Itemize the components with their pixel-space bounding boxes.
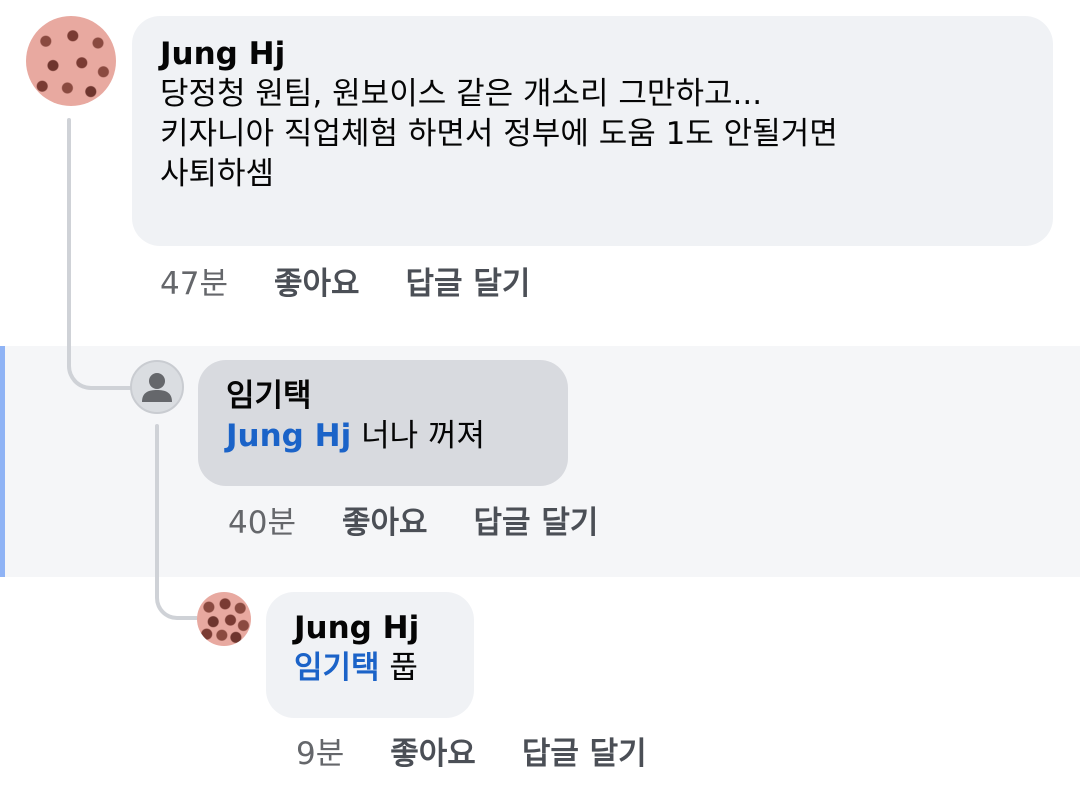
comment-author[interactable]: Jung Hj — [294, 608, 446, 648]
avatar-photo-icon[interactable] — [197, 592, 251, 646]
reply-connector-elbow — [155, 560, 197, 620]
comment-text: 임기택 풉 — [294, 648, 446, 688]
comment-actions: 47분 좋아요 답글 달기 — [160, 264, 530, 304]
comment-actions: 40분 좋아요 답글 달기 — [228, 503, 598, 543]
avatar-photo-icon[interactable] — [26, 16, 116, 106]
comment-text: Jung Hj 너나 꺼져 — [226, 416, 540, 456]
thread-connector-elbow — [67, 330, 133, 390]
default-user-icon[interactable] — [130, 360, 184, 414]
comment-bubble: Jung Hj 임기택 풉 — [266, 592, 474, 718]
comment-author[interactable]: Jung Hj — [160, 34, 1025, 74]
comment-author[interactable]: 임기택 — [226, 376, 540, 416]
comment-actions: 9분 좋아요 답글 달기 — [296, 734, 647, 774]
mention-link[interactable]: 임기택 — [294, 650, 380, 686]
reply-button[interactable]: 답글 달기 — [522, 734, 647, 774]
comment-time: 40분 — [228, 505, 296, 541]
reply-button[interactable]: 답글 달기 — [406, 264, 531, 304]
highlight-indicator-bar — [0, 346, 5, 577]
comment-body: 풉 — [379, 650, 418, 686]
like-button[interactable]: 좋아요 — [342, 503, 428, 543]
comment-bubble: 임기택 Jung Hj 너나 꺼져 — [198, 360, 568, 486]
mention-link[interactable]: Jung Hj — [226, 418, 351, 454]
comment-text-line: 키자니아 직업체험 하면서 정부에 도움 1도 안될거면 — [160, 116, 838, 152]
comment-thread: Jung Hj 당정청 원팀, 원보이스 같은 개소리 그만하고... 키자니아… — [0, 0, 1080, 799]
comment-time: 9분 — [296, 736, 345, 772]
comment-text-line: 당정청 원팀, 원보이스 같은 개소리 그만하고... — [160, 76, 763, 112]
reply-button[interactable]: 답글 달기 — [474, 503, 599, 543]
comment-body: 너나 꺼져 — [351, 418, 486, 454]
like-button[interactable]: 좋아요 — [274, 264, 360, 304]
comment-text-line: 사퇴하셈 — [160, 156, 275, 192]
comment-bubble: Jung Hj 당정청 원팀, 원보이스 같은 개소리 그만하고... 키자니아… — [132, 16, 1053, 246]
like-button[interactable]: 좋아요 — [390, 734, 476, 774]
comment-time: 47분 — [160, 266, 228, 302]
